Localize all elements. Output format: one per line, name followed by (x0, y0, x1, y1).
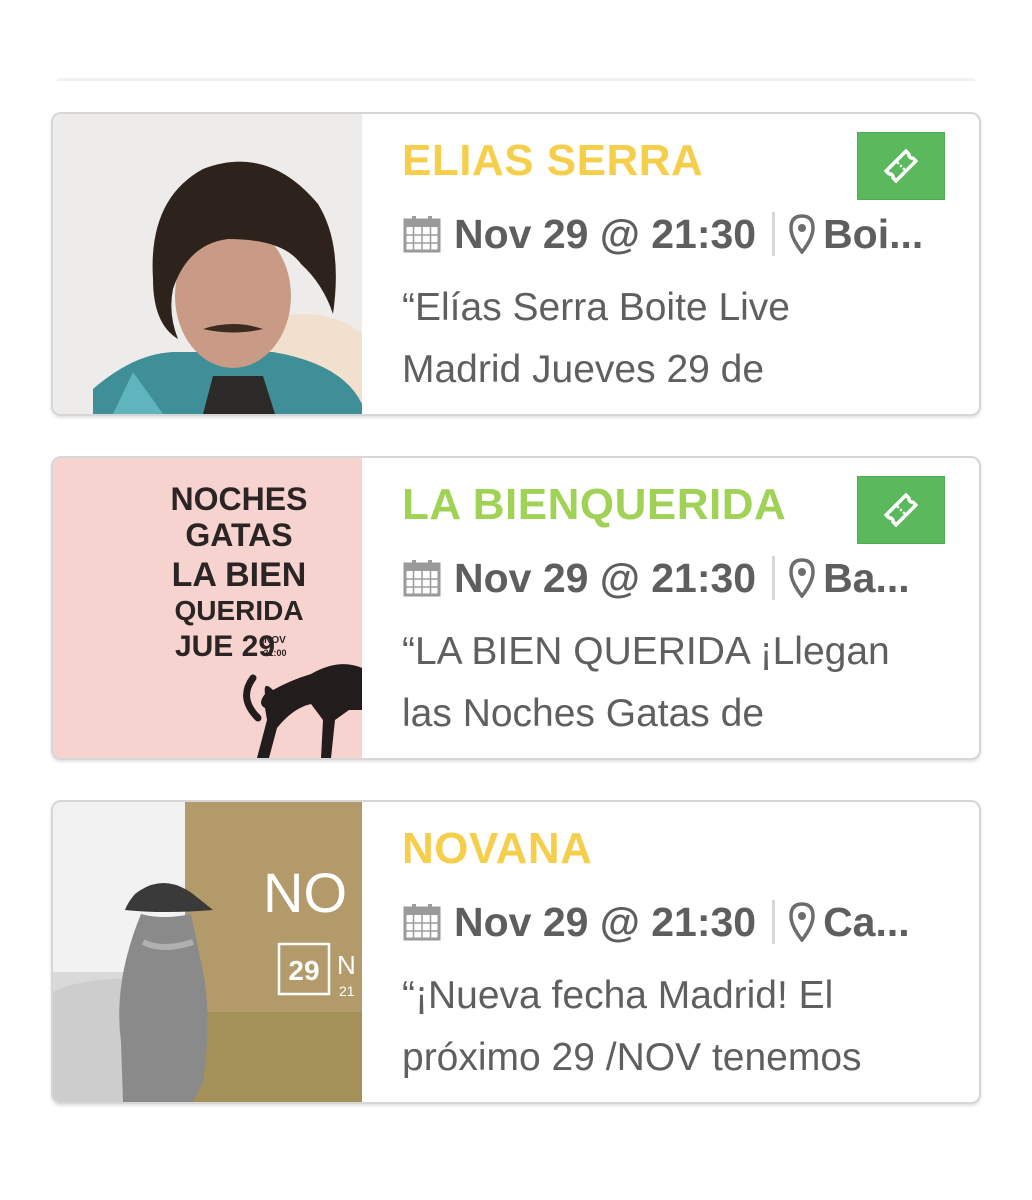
event-date[interactable]: Nov 29 @ 21:30 (454, 555, 756, 602)
meta-separator (772, 212, 776, 256)
event-body: ELIAS SERRA Nov 29 @ 21:30 Boi... “Elías… (402, 114, 979, 414)
event-poster: NO 29 N 21 (53, 802, 362, 1102)
event-thumbnail[interactable]: NO 29 N 21 (53, 802, 362, 1102)
excerpt-line: Madrid Jueves 29 de (402, 348, 765, 391)
event-venue[interactable]: Ca... (823, 899, 910, 946)
ticket-button[interactable] (857, 476, 945, 544)
event-card-novana[interactable]: NO 29 N 21 NOVANA Nov 29 @ 21:30 Ca... “… (51, 800, 981, 1104)
excerpt-line: “Elías Serra Boite Live (402, 286, 791, 329)
event-card-la-bienquerida[interactable]: NOCHES GATAS LA BIEN QUERIDA JUE 29 NOV … (51, 456, 981, 760)
poster-text: N (337, 950, 356, 980)
excerpt-line: “LA BIEN QUERIDA ¡Llegan (402, 630, 890, 673)
map-pin-icon (789, 902, 815, 942)
poster-text: QUERIDA (174, 595, 303, 626)
excerpt-line: las Noches Gatas de (402, 692, 765, 735)
event-venue[interactable]: Ba... (823, 555, 910, 602)
map-pin-icon (789, 558, 815, 598)
poster-text: NOV (264, 635, 286, 646)
ticket-button[interactable] (857, 132, 945, 200)
ticket-icon (883, 148, 919, 184)
event-card-elias-serra[interactable]: ELIAS SERRA Nov 29 @ 21:30 Boi... “Elías… (51, 112, 981, 416)
event-excerpt: “LA BIEN QUERIDA ¡Llegan las Noches Gata… (402, 621, 942, 745)
event-venue[interactable]: Boi... (823, 211, 923, 258)
calendar-icon (402, 214, 442, 254)
meta-separator (772, 900, 776, 944)
event-list: ELIAS SERRA Nov 29 @ 21:30 Boi... “Elías… (51, 112, 981, 1144)
event-meta: Nov 29 @ 21:30 Ba... (402, 553, 910, 603)
meta-separator (772, 556, 776, 600)
calendar-icon (402, 558, 442, 598)
ticket-icon (883, 492, 919, 528)
event-excerpt: “¡Nueva fecha Madrid! El próximo 29 /NOV… (402, 965, 942, 1089)
excerpt-line: “¡Nueva fecha Madrid! El (402, 974, 834, 1017)
poster-text: NOCHES (171, 481, 308, 517)
poster-text: GATAS (185, 517, 292, 553)
event-meta: Nov 29 @ 21:30 Boi... (402, 209, 923, 259)
event-body: NOVANA Nov 29 @ 21:30 Ca... “¡Nueva fech… (402, 802, 979, 1102)
event-excerpt: “Elías Serra Boite Live Madrid Jueves 29… (402, 277, 942, 401)
event-title[interactable]: ELIAS SERRA (402, 136, 703, 186)
excerpt-line: próximo 29 /NOV tenemos (402, 1036, 862, 1079)
event-thumbnail[interactable]: NOCHES GATAS LA BIEN QUERIDA JUE 29 NOV … (53, 458, 362, 758)
event-meta: Nov 29 @ 21:30 Ca... (402, 897, 910, 947)
event-thumbnail[interactable] (53, 114, 362, 414)
poster-text: LA BIEN (172, 556, 307, 594)
poster-text: 21 (339, 983, 355, 999)
event-body: LA BIENQUERIDA Nov 29 @ 21:30 Ba... “LA … (402, 458, 979, 758)
event-title[interactable]: LA BIENQUERIDA (402, 480, 786, 530)
poster-text: NO (263, 861, 347, 924)
event-date[interactable]: Nov 29 @ 21:30 (454, 211, 756, 258)
event-date[interactable]: Nov 29 @ 21:30 (454, 899, 756, 946)
artist-photo (53, 114, 362, 414)
poster-text: 21:00 (263, 648, 286, 658)
map-pin-icon (789, 214, 815, 254)
calendar-icon (402, 902, 442, 942)
poster-text: JUE 29 (175, 630, 275, 663)
poster-text: 29 (288, 955, 319, 986)
top-divider (57, 78, 975, 81)
event-poster: NOCHES GATAS LA BIEN QUERIDA JUE 29 NOV … (53, 458, 362, 758)
event-title[interactable]: NOVANA (402, 824, 592, 874)
